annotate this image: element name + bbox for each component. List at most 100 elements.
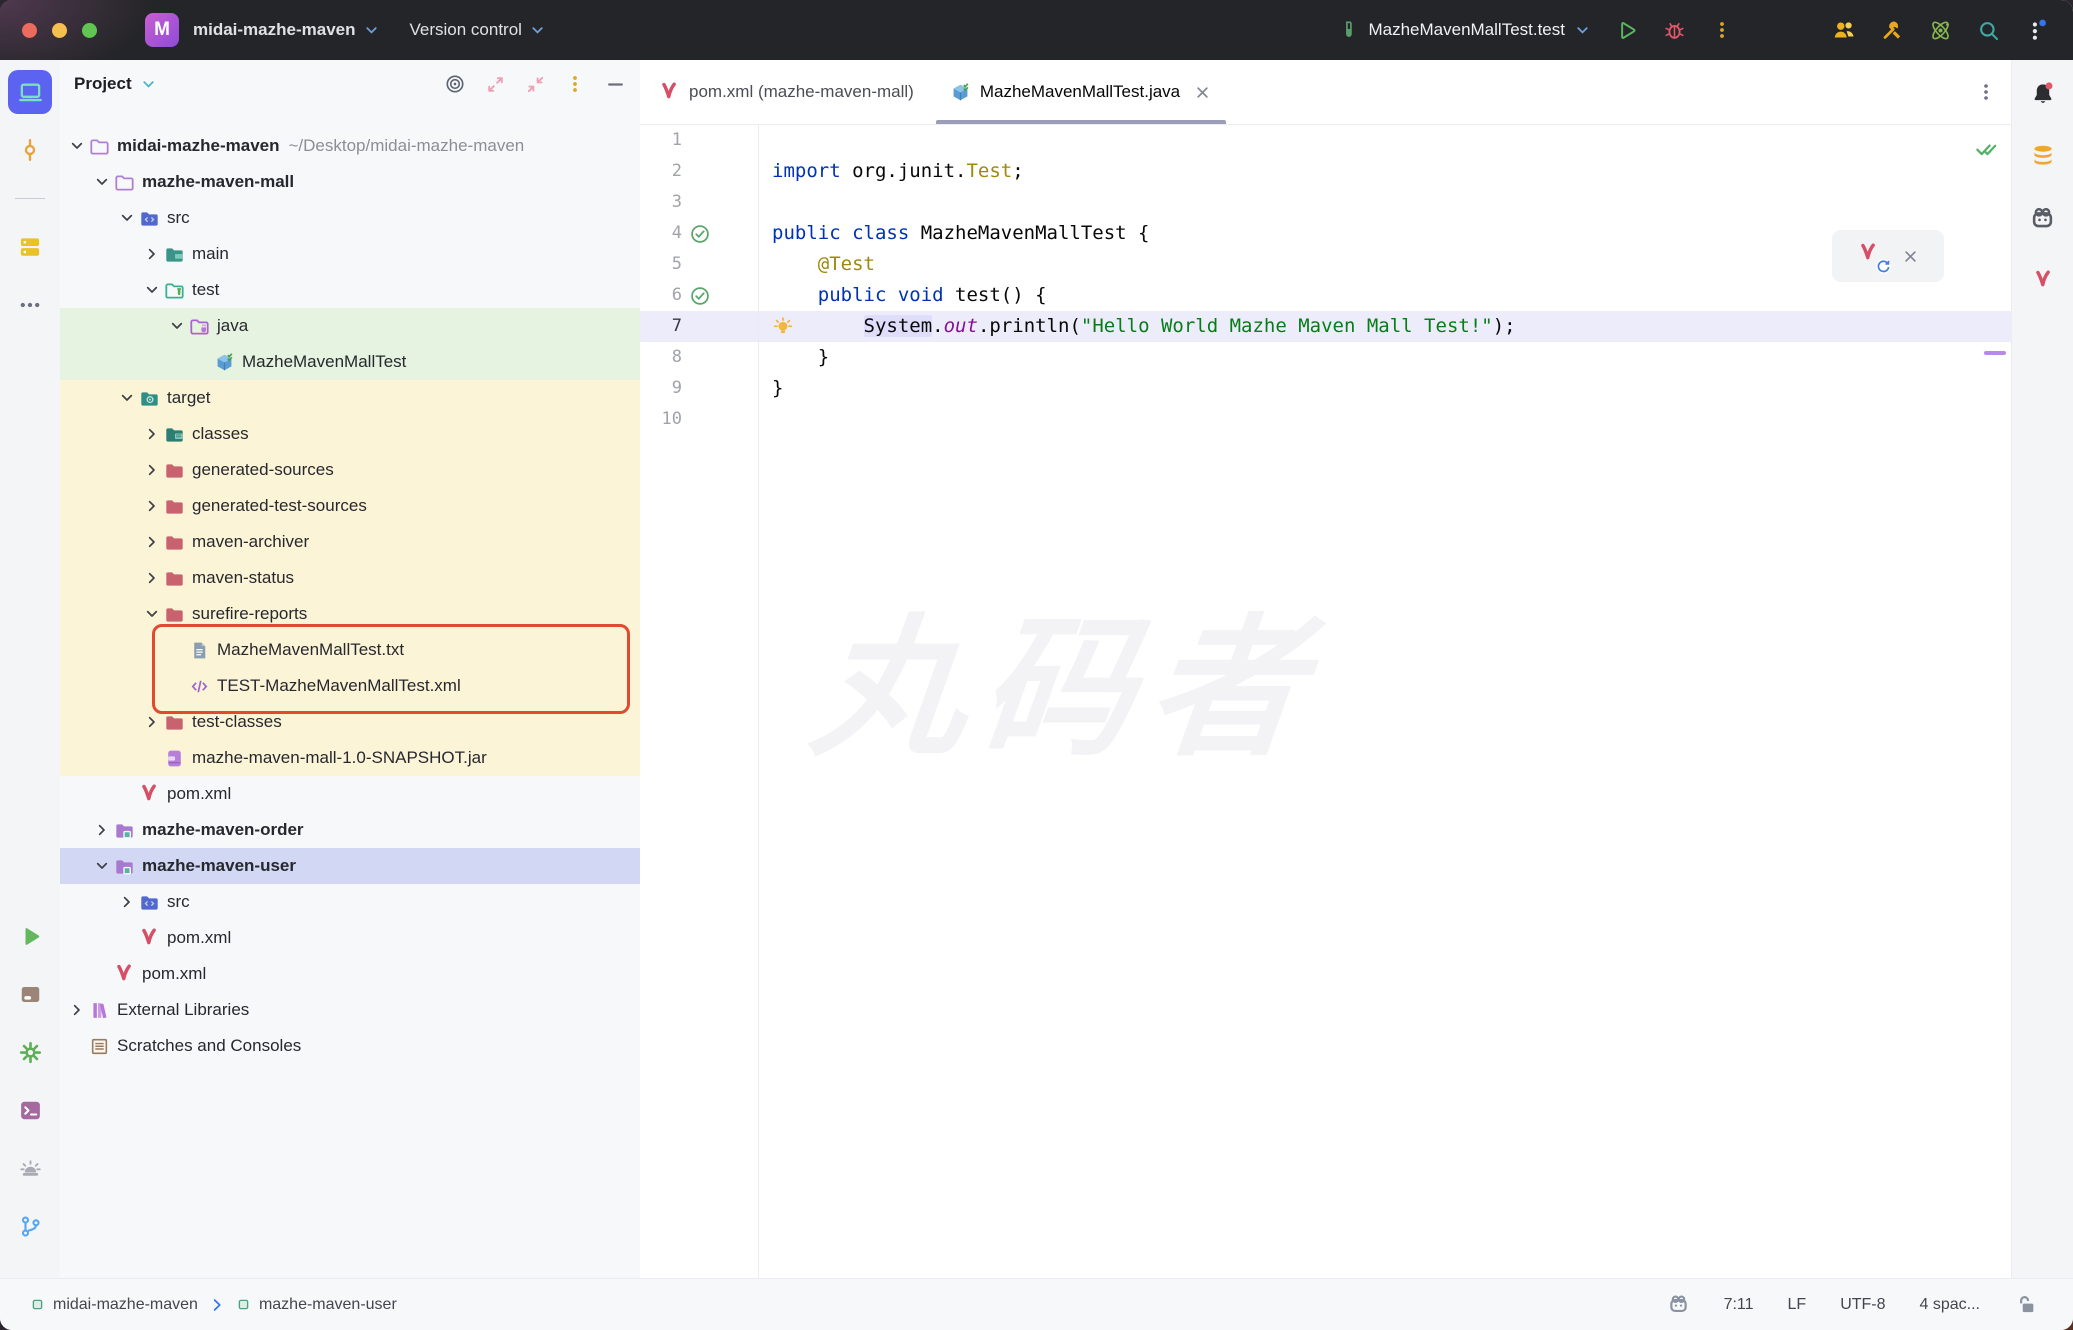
tree-item-external-libraries[interactable]: External Libraries [60, 992, 640, 1028]
ai-status-icon[interactable] [1667, 1293, 1690, 1316]
tree-item-classes[interactable]: classes [60, 416, 640, 452]
chevron-right-icon[interactable] [91, 820, 113, 840]
tree-item-src[interactable]: src [60, 200, 640, 236]
code-line-1[interactable]: 1 [640, 125, 2012, 156]
breadcrumb-item[interactable]: mazhe-maven-user [236, 1296, 397, 1314]
inspections-widget[interactable] [1974, 137, 1998, 165]
tree-item-main[interactable]: main [60, 236, 640, 272]
maven-reload-button[interactable] [1857, 242, 1885, 270]
run-tool-window-button[interactable] [8, 914, 52, 958]
tree-item-midai-mazhe-maven[interactable]: midai-mazhe-maven~/Desktop/midai-mazhe-m… [60, 128, 640, 164]
code-editor[interactable]: 丸码者 12import org.junit.Test;34public cla… [640, 125, 2012, 1278]
build-tool-window-button[interactable] [8, 972, 52, 1016]
git-tool-window-button[interactable] [8, 1204, 52, 1248]
chevron-right-icon[interactable] [141, 496, 163, 516]
chevron-right-icon[interactable] [116, 892, 138, 912]
select-opened-file-button[interactable] [442, 71, 468, 97]
more-run-actions-button[interactable] [1703, 11, 1741, 49]
tree-item-maven-archiver[interactable]: maven-archiver [60, 524, 640, 560]
run-configuration-selector[interactable]: MazheMavenMallTest.test [1338, 20, 1591, 41]
project-selector[interactable]: midai-mazhe-maven [193, 20, 380, 40]
chevron-down-icon[interactable] [140, 76, 157, 93]
tree-item-test-mazhemavenmalltest-xml[interactable]: TEST-MazheMavenMallTest.xml [60, 668, 640, 704]
tree-item-test-classes[interactable]: test-classes [60, 704, 640, 740]
run-button[interactable] [1607, 11, 1645, 49]
test-passed-gutter-icon[interactable] [688, 284, 712, 308]
chevron-right-icon[interactable] [141, 712, 163, 732]
indent-setting[interactable]: 4 spac... [1920, 1296, 1980, 1314]
code-line-3[interactable]: 3 [640, 187, 2012, 218]
tree-item-test[interactable]: test [60, 272, 640, 308]
tree-item-generated-sources[interactable]: generated-sources [60, 452, 640, 488]
close-tab-icon[interactable] [1193, 83, 1212, 102]
maven-tool-window-button[interactable] [2021, 258, 2065, 302]
version-control-menu[interactable]: Version control [410, 20, 546, 40]
breadcrumb-item[interactable]: midai-mazhe-maven [30, 1296, 198, 1314]
chevron-down-icon[interactable] [141, 280, 163, 300]
science-plugin-button[interactable] [1921, 11, 1959, 49]
hide-panel-button[interactable] [602, 71, 628, 97]
test-passed-gutter-icon[interactable] [688, 222, 712, 246]
tab-options-button[interactable] [1976, 82, 1996, 102]
code-line-2[interactable]: 2import org.junit.Test; [640, 156, 2012, 187]
chevron-down-icon[interactable] [91, 856, 113, 876]
tree-item-target[interactable]: target [60, 380, 640, 416]
chevron-down-icon[interactable] [91, 172, 113, 192]
debug-button[interactable] [1655, 11, 1693, 49]
tree-item-surefire-reports[interactable]: surefire-reports [60, 596, 640, 632]
project-tool-window-button[interactable] [8, 70, 52, 114]
tree-item-maven-status[interactable]: maven-status [60, 560, 640, 596]
close-icon[interactable] [1901, 247, 1920, 266]
chevron-right-icon[interactable] [141, 424, 163, 444]
file-encoding[interactable]: UTF-8 [1840, 1296, 1885, 1314]
main-menu-button[interactable] [2017, 11, 2055, 49]
tree-item-pom-xml[interactable]: pom.xml [60, 776, 640, 812]
problems-tool-window-button[interactable] [8, 1146, 52, 1190]
close-window-button[interactable] [22, 23, 37, 38]
panel-options-button[interactable] [562, 71, 588, 97]
tree-item-src[interactable]: src [60, 884, 640, 920]
tree-item-scratches-and-consoles[interactable]: Scratches and Consoles [60, 1028, 640, 1064]
code-line-5[interactable]: 5 @Test [640, 249, 2012, 280]
code-line-8[interactable]: 8 } [640, 342, 2012, 373]
tree-item-mazhe-maven-mall[interactable]: mazhe-maven-mall [60, 164, 640, 200]
chevron-down-icon[interactable] [116, 208, 138, 228]
chevron-right-icon[interactable] [141, 244, 163, 264]
services-tool-window-button[interactable] [8, 225, 52, 269]
ai-assistant-tool-window-button[interactable] [2021, 196, 2065, 240]
commit-tool-window-button[interactable] [8, 128, 52, 172]
chevron-down-icon[interactable] [116, 388, 138, 408]
editor-tab-pom-xml-mazhe-maven-mall[interactable]: pom.xml (mazhe-maven-mall) [640, 60, 932, 124]
collapse-all-button[interactable] [522, 71, 548, 97]
expand-all-button[interactable] [482, 71, 508, 97]
code-line-7[interactable]: 7 System.out.println("Hello World Mazhe … [640, 311, 2012, 342]
tree-item-pom-xml[interactable]: pom.xml [60, 956, 640, 992]
tree-item-java[interactable]: java [60, 308, 640, 344]
editor-tab-mazhemavenmalltest-java[interactable]: MazheMavenMallTest.java [932, 60, 1230, 124]
tree-item-mazhemavenmalltest-txt[interactable]: MazheMavenMallTest.txt [60, 632, 640, 668]
tree-item-mazhemavenmalltest[interactable]: MazheMavenMallTest [60, 344, 640, 380]
chevron-right-icon[interactable] [141, 568, 163, 588]
notifications-button[interactable] [2021, 72, 2065, 116]
chevron-down-icon[interactable] [66, 136, 88, 156]
terminal-tool-window-button[interactable] [8, 1088, 52, 1132]
chevron-right-icon[interactable] [141, 460, 163, 480]
tree-item-mazhe-maven-user[interactable]: mazhe-maven-user [60, 848, 640, 884]
code-line-6[interactable]: 6 public void test() { [640, 280, 2012, 311]
tree-item-generated-test-sources[interactable]: generated-test-sources [60, 488, 640, 524]
chevron-down-icon[interactable] [141, 604, 163, 624]
tools-button[interactable] [1873, 11, 1911, 49]
code-line-10[interactable]: 10 [640, 404, 2012, 435]
minimize-window-button[interactable] [52, 23, 67, 38]
code-line-9[interactable]: 9} [640, 373, 2012, 404]
tree-item-pom-xml[interactable]: pom.xml [60, 920, 640, 956]
zoom-window-button[interactable] [82, 23, 97, 38]
code-line-4[interactable]: 4public class MazheMavenMallTest { [640, 218, 2012, 249]
lock-icon[interactable] [2014, 1293, 2037, 1316]
tree-item-mazhe-maven-order[interactable]: mazhe-maven-order [60, 812, 640, 848]
settings-sync-button[interactable] [8, 1030, 52, 1074]
chevron-down-icon[interactable] [166, 316, 188, 336]
chevron-right-icon[interactable] [66, 1000, 88, 1020]
database-tool-window-button[interactable] [2021, 134, 2065, 178]
more-tool-windows-button[interactable] [8, 283, 52, 327]
